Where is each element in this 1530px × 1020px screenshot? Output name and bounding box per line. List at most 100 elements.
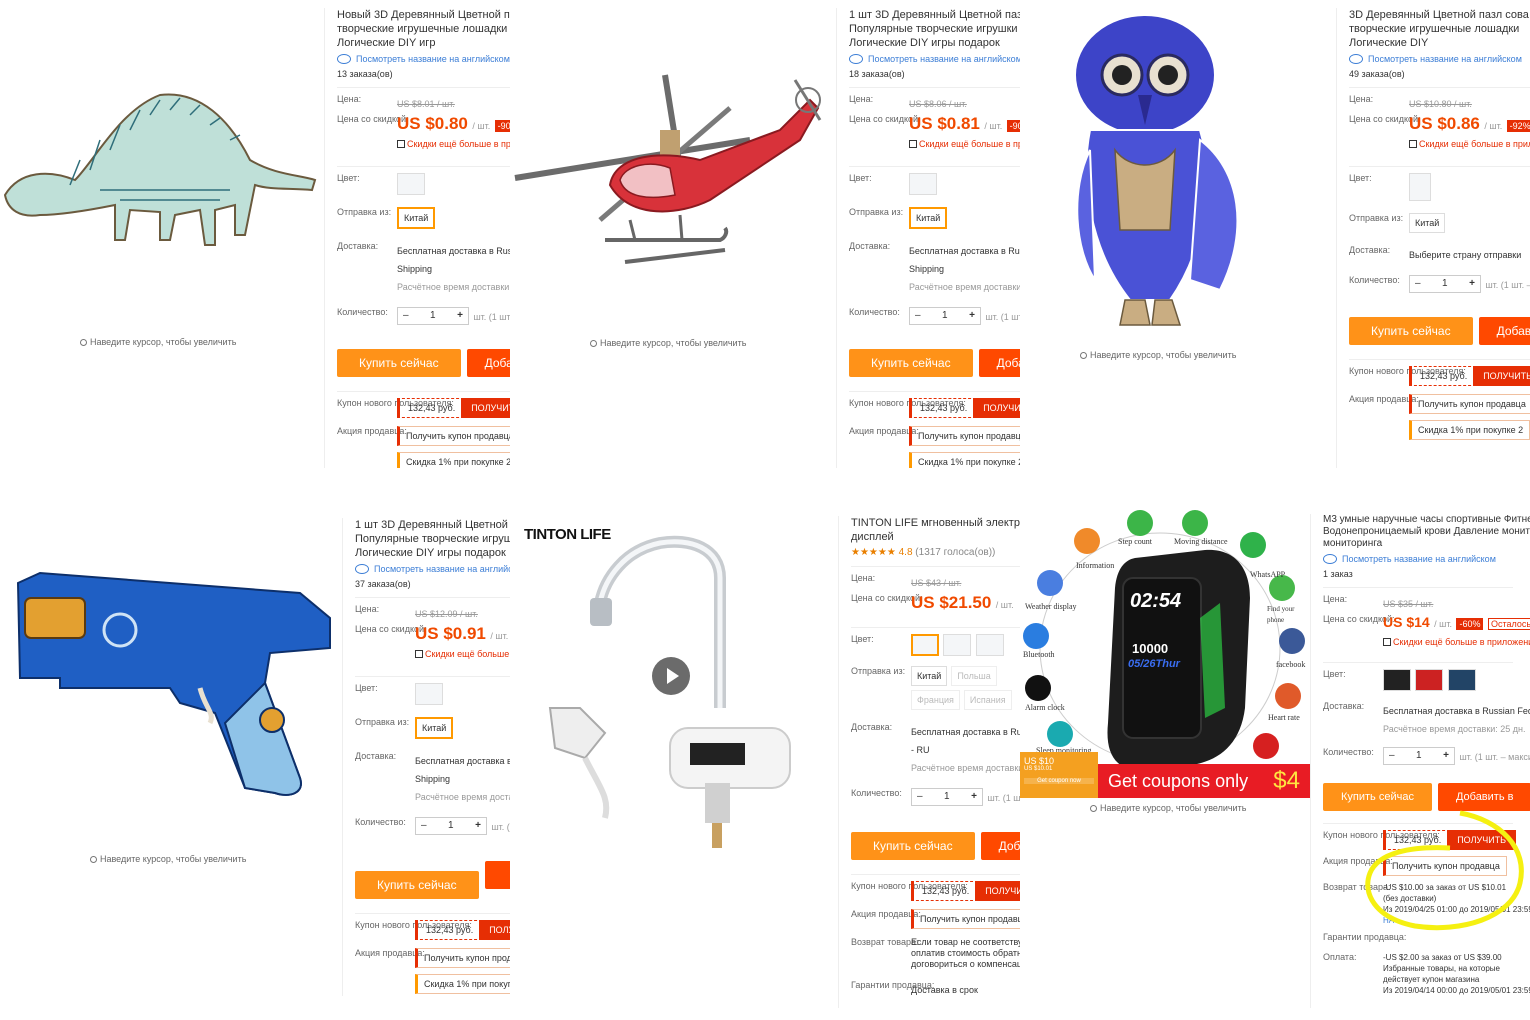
delivery-text-2[interactable]: - RU bbox=[911, 745, 930, 755]
magnifier-icon bbox=[90, 856, 97, 863]
add-to-cart-button[interactable]: Добавить в корзину bbox=[980, 832, 1020, 861]
product-image-helicopter[interactable] bbox=[510, 0, 834, 330]
buy-now-button[interactable]: Купить сейчас bbox=[851, 832, 975, 861]
qty-value[interactable]: 1 bbox=[448, 820, 454, 831]
buy-now-button[interactable]: Купить сейчас bbox=[355, 871, 479, 900]
qty-plus-button[interactable]: + bbox=[1469, 278, 1475, 289]
get-coupon-button[interactable]: ПОЛУЧИТЬ bbox=[973, 398, 1020, 419]
product-title[interactable]: 1 шт 3D Деревянный Цветной пазл Популярн… bbox=[355, 518, 510, 560]
qty-plus-button[interactable]: + bbox=[475, 820, 481, 831]
product-title[interactable]: M3 умные наручные часы спортивные Фитнес… bbox=[1323, 514, 1530, 550]
delivery-text-2[interactable]: Shipping bbox=[415, 774, 450, 784]
qty-value[interactable]: 1 bbox=[1442, 278, 1448, 289]
qty-minus-button[interactable]: – bbox=[1415, 278, 1421, 289]
see-english-link[interactable]: Посмотреть название на английском bbox=[355, 564, 510, 574]
see-english-link[interactable]: Посмотреть название на английском bbox=[337, 54, 510, 64]
play-video-icon[interactable] bbox=[652, 657, 690, 695]
quantity-stepper[interactable]: – 1 + bbox=[397, 307, 469, 325]
qty-plus-button[interactable]: + bbox=[1443, 750, 1449, 761]
ship-from-china[interactable]: Китай bbox=[397, 207, 436, 229]
see-english-link[interactable]: Посмотреть название на английском bbox=[1349, 54, 1530, 64]
get-coupon-button[interactable]: ПОЛУЧИТЬ bbox=[479, 920, 510, 941]
seller-coupon-dropdown[interactable]: Получить купон продавца bbox=[397, 426, 510, 447]
get-coupon-now-button[interactable]: Get coupon now bbox=[1024, 778, 1094, 784]
add-to-cart-button[interactable]: Добавить в корзину bbox=[1478, 317, 1530, 346]
quantity-stepper[interactable]: – 1 + bbox=[1383, 747, 1455, 765]
ship-from-china[interactable]: Китай bbox=[911, 666, 948, 686]
qty-minus-button[interactable]: – bbox=[421, 820, 427, 831]
seller-coupon-dropdown[interactable]: Получить купон продавца bbox=[911, 909, 1020, 930]
color-option-black[interactable] bbox=[1383, 669, 1411, 691]
delivery-text[interactable]: Бесплатная доставка в Russian Federation bbox=[911, 727, 1020, 737]
ship-from-china[interactable]: Китай bbox=[909, 207, 948, 229]
qty-plus-button[interactable]: + bbox=[971, 791, 977, 802]
color-option[interactable] bbox=[1409, 173, 1431, 201]
seller-coupon-dropdown[interactable]: Получить купон продавца bbox=[909, 426, 1020, 447]
product-image-faucet[interactable]: TINTON LIFE bbox=[510, 508, 838, 853]
more-discounts[interactable]: Скидки ещё больше в приложении bbox=[415, 644, 510, 662]
qty-value[interactable]: 1 bbox=[1416, 750, 1422, 761]
quantity-stepper[interactable]: – 1 + bbox=[911, 788, 983, 806]
product-image-gun[interactable] bbox=[0, 508, 340, 848]
get-coupon-button[interactable]: ПОЛУЧИТЬ bbox=[1473, 366, 1530, 387]
qty-minus-button[interactable]: – bbox=[917, 791, 923, 802]
product-title[interactable]: TINTON LIFE мгновенный электрический дис… bbox=[851, 516, 1020, 544]
seller-coupon-dropdown[interactable]: Получить купон продавца bbox=[415, 948, 510, 969]
more-discounts[interactable]: Скидки ещё больше в приложении bbox=[1383, 632, 1530, 650]
ship-from-china[interactable]: Китай bbox=[1409, 213, 1446, 233]
ship-from-poland[interactable]: Польша bbox=[951, 666, 997, 686]
product-title[interactable]: Новый 3D Деревянный Цветной пазл творчес… bbox=[337, 8, 510, 50]
color-option[interactable] bbox=[911, 634, 939, 656]
seller-coupon-dropdown[interactable]: Получить купон продавца bbox=[1409, 394, 1530, 415]
add-to-cart-button[interactable] bbox=[484, 861, 510, 890]
buy-now-button[interactable]: Купить сейчас bbox=[1349, 317, 1473, 346]
see-english-link[interactable]: Посмотреть название на английском bbox=[1323, 554, 1530, 564]
color-option[interactable] bbox=[975, 634, 1004, 656]
delivery-text[interactable]: Бесплатная доставка в Russian Federation bbox=[1383, 706, 1530, 716]
more-discounts[interactable]: Скидки ещё больше в приложении bbox=[397, 134, 510, 152]
delivery-text[interactable]: Бесплатная доставка в Russian Federation… bbox=[397, 246, 510, 256]
buy-now-button[interactable]: Купить сейчас bbox=[849, 349, 973, 378]
product-image-owl[interactable] bbox=[1020, 0, 1336, 345]
qty-value[interactable]: 1 bbox=[944, 791, 950, 802]
qty-plus-button[interactable]: + bbox=[969, 310, 975, 321]
delivery-text[interactable]: Бесплатная доставка в Russian Federation bbox=[909, 246, 1020, 256]
product-image-smartwatch[interactable]: 02:54 10000 05/26Thur Step count Moving … bbox=[1020, 508, 1310, 800]
buy-now-button[interactable]: Купить сейчас bbox=[337, 349, 461, 378]
color-option[interactable] bbox=[943, 634, 972, 656]
qty-minus-button[interactable]: – bbox=[1389, 750, 1395, 761]
product-image-dinosaur[interactable] bbox=[0, 0, 322, 330]
delivery-text-2[interactable]: Shipping bbox=[397, 264, 432, 274]
delivery-text-2[interactable]: Shipping bbox=[909, 264, 944, 274]
quantity-stepper[interactable]: – 1 + bbox=[1409, 275, 1481, 293]
delivery-text[interactable]: Бесплатная доставка в Russian Federation bbox=[415, 756, 510, 766]
qty-minus-button[interactable]: – bbox=[915, 310, 921, 321]
rating[interactable]: ★★★★★ 4.8 (1317 голоса(ов)) bbox=[851, 547, 1020, 558]
coupon-banner[interactable]: Get coupons only $4 bbox=[1098, 764, 1310, 798]
ship-from-france[interactable]: Франция bbox=[911, 690, 960, 710]
qty-value[interactable]: 1 bbox=[942, 310, 948, 321]
see-english-link[interactable]: Посмотреть название на английском bbox=[849, 54, 1020, 64]
mini-coupon[interactable]: US $10 US $10.01 Get coupon now bbox=[1020, 752, 1098, 798]
quantity-stepper[interactable]: – 1 + bbox=[415, 817, 487, 835]
ship-from-spain[interactable]: Испания bbox=[963, 690, 1012, 710]
color-option-red[interactable] bbox=[1415, 669, 1444, 691]
color-option[interactable] bbox=[397, 173, 425, 195]
add-to-cart-button[interactable]: Добавить в корзину bbox=[466, 349, 510, 378]
qty-value[interactable]: 1 bbox=[430, 310, 436, 321]
ship-from-china[interactable]: Китай bbox=[415, 717, 454, 739]
get-coupon-button[interactable]: ПОЛУЧИТЬ bbox=[461, 398, 510, 419]
add-to-cart-button[interactable]: Добавить в корзину bbox=[978, 349, 1020, 378]
quantity-stepper[interactable]: – 1 + bbox=[909, 307, 981, 325]
qty-plus-button[interactable]: + bbox=[457, 310, 463, 321]
get-coupon-button[interactable]: ПОЛУЧИТЬ bbox=[975, 881, 1020, 902]
color-option[interactable] bbox=[415, 683, 443, 705]
color-option[interactable] bbox=[909, 173, 937, 195]
color-option-blue[interactable] bbox=[1447, 669, 1476, 691]
product-title[interactable]: 3D Деревянный Цветной пазл сова творческ… bbox=[1349, 8, 1530, 50]
delivery-text[interactable]: Выберите страну отправки bbox=[1409, 250, 1521, 260]
qty-minus-button[interactable]: – bbox=[403, 310, 409, 321]
more-discounts[interactable]: Скидки ещё больше в приложении bbox=[1409, 134, 1530, 152]
product-title[interactable]: 1 шт 3D Деревянный Цветной пазл Популярн… bbox=[849, 8, 1020, 50]
more-discounts[interactable]: Скидки ещё больше в приложении bbox=[909, 134, 1020, 152]
